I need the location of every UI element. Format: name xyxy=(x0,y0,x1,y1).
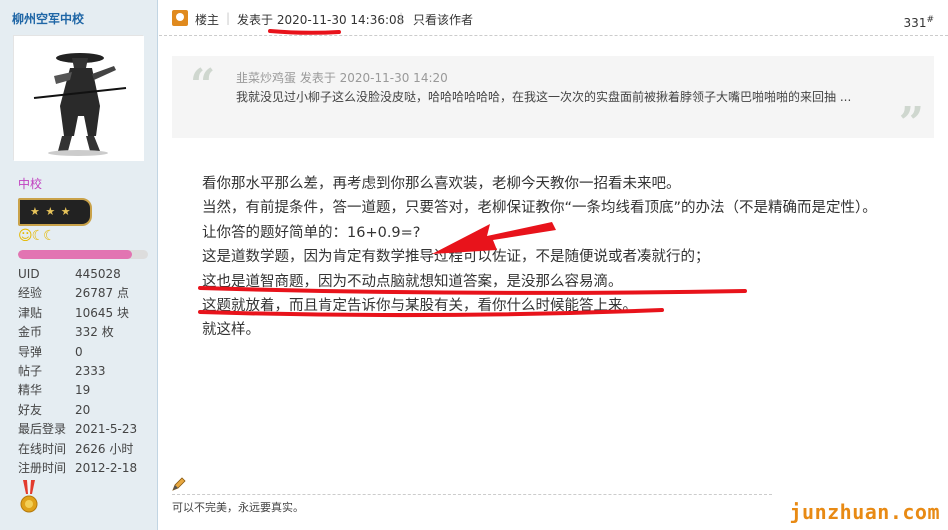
body-paragraph: 这题就放着，而且肯定告诉你与某股有关，看你什么时候能答上来。 xyxy=(202,298,637,315)
posted-prefix: 发表于 xyxy=(237,13,274,27)
op-label: 楼主 xyxy=(195,13,220,27)
quote-open-icon: “ xyxy=(190,60,216,111)
stat-value: 445028 xyxy=(75,267,121,281)
stat-value: 2333 xyxy=(75,363,106,378)
stat-label: 最后登录 xyxy=(18,422,67,437)
body-paragraph: 当然，有前提条件，答一道题，只要答对，老柳保证教你“一条均线看顶底”的办法（不是… xyxy=(202,200,877,217)
separator: | xyxy=(399,11,404,25)
stat-label: 导弹 xyxy=(18,344,43,359)
floor-sup: # xyxy=(926,15,934,25)
user-icon xyxy=(172,10,188,26)
pen-icon xyxy=(172,477,186,491)
stat-value: 2021-5-23 xyxy=(75,422,138,437)
stat-value: 26787 点 xyxy=(75,286,129,301)
stat-label: 帖子 xyxy=(18,363,43,378)
rank-insignia: ★ ★ ★ xyxy=(18,198,92,226)
floor-value: 331 xyxy=(903,16,927,30)
post-body: 看你那水平那么差，再考虑到你那么喜欢装，老柳今天教你一招看未来吧。 当然，有前提… xyxy=(172,172,912,343)
stat-value: 10645 块 xyxy=(75,305,129,320)
avatar[interactable] xyxy=(13,35,144,161)
stat-row: 在线时间 2626 小时 xyxy=(18,440,137,459)
star-icon: ★ ★ ★ xyxy=(30,205,72,218)
stat-row: 津贴 10645 块 xyxy=(18,304,137,323)
stat-label: 注册时间 xyxy=(18,460,67,475)
body-paragraph: 看你那水平那么差，再考虑到你那么喜欢装，老柳今天教你一招看未来吧。 xyxy=(202,176,681,192)
quote-block: “ 韭菜炒鸡蛋 发表于 2020-11-30 14:20 我就没见过小柳子这么没… xyxy=(172,56,934,149)
stat-row: 好友 20 xyxy=(18,401,137,420)
stat-value: 332 枚 xyxy=(75,325,114,340)
signature-divider xyxy=(172,494,772,495)
stat-label: 经验 xyxy=(18,286,43,301)
stat-label: UID xyxy=(18,267,40,281)
stat-label: 精华 xyxy=(18,383,43,398)
rank-title: 中校 xyxy=(18,177,43,191)
stat-row: 金币 332 枚 xyxy=(18,323,137,342)
quote-close-icon: ” xyxy=(898,98,924,149)
stat-row: UID 445028 xyxy=(18,265,137,284)
stat-value: 0 xyxy=(75,344,83,359)
stat-row: 最后登录 2021-5-23 xyxy=(18,420,137,439)
only-author-link[interactable]: 只看该作者 xyxy=(413,11,473,28)
samurai-avatar-image xyxy=(14,36,144,161)
stat-row: 经验 26787 点 xyxy=(18,284,137,303)
body-paragraph: 这是道数学题，因为肯定有数学推导过程可以佐证，不是随便说或者凑就行的； xyxy=(202,249,710,266)
stat-row: 帖子 2333 xyxy=(18,362,137,381)
medal-icon[interactable] xyxy=(19,480,39,516)
stat-value: 2012-2-18 xyxy=(75,460,138,475)
post-time: 发表于 2020-11-30 14:36:08 xyxy=(237,11,404,28)
quote-text: 我就没见过小柳子这么没脸没皮哒，哈哈哈哈哈哈，在我这一次次的实盘面前被揪着脖领子… xyxy=(236,90,852,104)
watermark: junzhuan.com xyxy=(789,500,940,524)
stat-row: 导弹 0 xyxy=(18,343,137,362)
stat-value: 2626 小时 xyxy=(75,441,134,456)
posted-time-value: 2020-11-30 14:36:08 xyxy=(276,13,405,27)
level-progress-fill xyxy=(18,250,133,259)
level-icons: ☺☾☾ xyxy=(18,228,56,244)
user-sidebar: 柳州空军中校 中校 ★ ★ ★ ☺☾☾ UID 445028 经验 26787 点津贴… xyxy=(0,0,158,530)
body-paragraph: 就这样。 xyxy=(202,322,260,339)
username-link[interactable]: 柳州空军中校 xyxy=(12,10,84,27)
quote-meta: 韭菜炒鸡蛋 发表于 2020-11-30 14:20 xyxy=(236,71,448,85)
body-paragraph: 这也是道智商题，因为不动点脑就想知道答案，是没那么容易滴。 xyxy=(202,273,623,290)
post-header: 楼主 | 发表于 2020-11-30 14:36:08 | 只看该作者 331… xyxy=(159,0,948,36)
stat-value: 19 xyxy=(75,383,91,398)
stat-label: 在线时间 xyxy=(18,441,67,456)
signature-text: 可以不完美，永远要真实。 xyxy=(172,501,304,514)
stat-value: 20 xyxy=(75,402,91,417)
user-stats: UID 445028 经验 26787 点津贴 10645 块金币 332 枚导弹 0 帖子 2… xyxy=(18,265,137,478)
stat-label: 金币 xyxy=(18,325,43,340)
stat-label: 好友 xyxy=(18,402,43,417)
stat-row: 注册时间 2012-2-18 xyxy=(18,459,137,478)
floor-number[interactable]: 331# xyxy=(904,15,934,30)
stat-row: 精华 19 xyxy=(18,381,137,400)
body-paragraph: 让你答的题好简单的：16+0.9=? xyxy=(202,224,421,241)
level-progress-bar xyxy=(18,250,148,259)
separator: | xyxy=(226,11,231,25)
stat-label: 津贴 xyxy=(18,305,43,320)
